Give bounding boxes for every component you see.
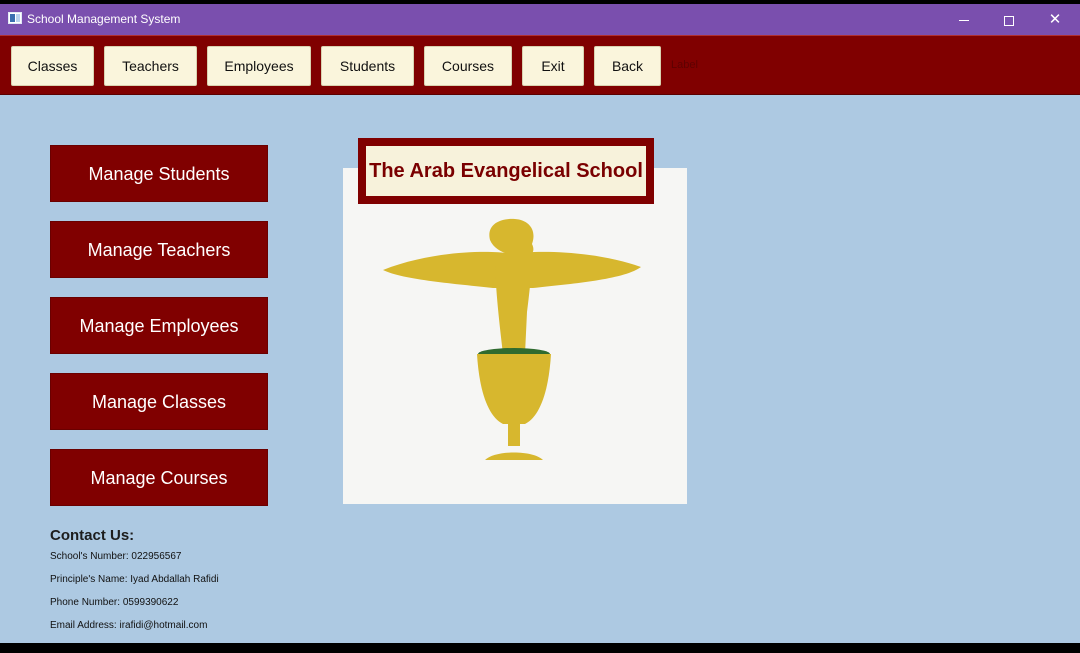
angel-chalice-emblem bbox=[383, 218, 641, 460]
contact-email: Email Address: irafidi@hotmail.com bbox=[50, 620, 208, 631]
students-button[interactable]: Students bbox=[321, 46, 414, 86]
teachers-button[interactable]: Teachers bbox=[104, 46, 197, 86]
school-logo bbox=[343, 168, 687, 504]
courses-button[interactable]: Courses bbox=[424, 46, 512, 86]
window-title: School Management System bbox=[27, 12, 181, 26]
close-button[interactable]: ✕ bbox=[1032, 4, 1078, 35]
close-icon: ✕ bbox=[1048, 10, 1062, 28]
app-window: School Management System ✕ Classes Teach… bbox=[0, 4, 1080, 643]
manage-students-button[interactable]: Manage Students bbox=[50, 145, 268, 202]
minimize-icon bbox=[959, 20, 969, 22]
toolbar-label: Label bbox=[671, 59, 698, 71]
maximize-button[interactable] bbox=[986, 4, 1032, 35]
contact-title: Contact Us: bbox=[50, 527, 135, 544]
toolbar: Classes Teachers Employees Students Cour… bbox=[0, 35, 1080, 95]
employees-button[interactable]: Employees bbox=[207, 46, 311, 86]
minimize-button[interactable] bbox=[941, 4, 987, 35]
contact-school-number: School's Number: 022956567 bbox=[50, 551, 182, 562]
maximize-icon bbox=[1004, 15, 1014, 26]
back-button[interactable]: Back bbox=[594, 46, 661, 86]
title-bar: School Management System ✕ bbox=[0, 4, 1080, 35]
classes-button[interactable]: Classes bbox=[11, 46, 94, 86]
app-window-icon bbox=[8, 12, 22, 24]
exit-button[interactable]: Exit bbox=[522, 46, 584, 86]
contact-phone-number: Phone Number: 0599390622 bbox=[50, 597, 179, 608]
manage-courses-button[interactable]: Manage Courses bbox=[50, 449, 268, 506]
contact-principal-name: Principle's Name: Iyad Abdallah Rafidi bbox=[50, 574, 219, 585]
school-name-banner: The Arab Evangelical School bbox=[358, 138, 654, 204]
manage-classes-button[interactable]: Manage Classes bbox=[50, 373, 268, 430]
manage-employees-button[interactable]: Manage Employees bbox=[50, 297, 268, 354]
school-name: The Arab Evangelical School bbox=[366, 146, 646, 196]
manage-teachers-button[interactable]: Manage Teachers bbox=[50, 221, 268, 278]
